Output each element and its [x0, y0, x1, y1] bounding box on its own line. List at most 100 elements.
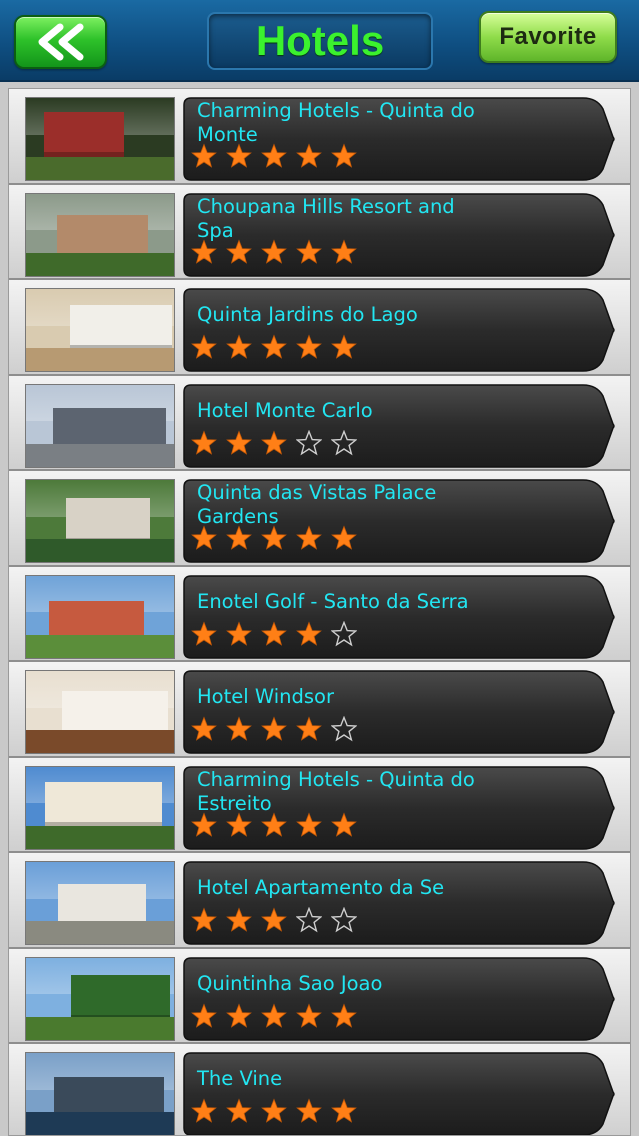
filled-star-icon	[191, 1002, 217, 1028]
filled-star-icon	[226, 334, 252, 359]
filled-star-icon	[226, 429, 252, 455]
hotel-row[interactable]: Choupana Hills Resort and Spa	[9, 184, 630, 280]
star-rating	[191, 1098, 357, 1128]
filled-star-icon	[226, 716, 252, 741]
hotel-name: Hotel Apartamento da Se	[197, 876, 445, 899]
hotel-row[interactable]: The Vine	[9, 1044, 630, 1135]
hotel-name: Charming Hotels - Quinta do Estreito	[197, 767, 475, 815]
hotel-name: The Vine	[197, 1067, 283, 1090]
filled-star-icon	[226, 238, 252, 264]
hotel-info-bubble[interactable]: Hotel Monte Carlo	[183, 383, 617, 468]
star-rating	[191, 620, 357, 651]
star-rating	[191, 525, 357, 555]
filled-star-icon	[261, 334, 287, 359]
filled-star-icon	[261, 143, 287, 168]
hotel-thumbnail	[25, 97, 175, 181]
filled-star-icon	[261, 525, 287, 550]
empty-star-icon	[331, 429, 357, 455]
filled-star-icon	[296, 143, 322, 168]
hotel-row[interactable]: Hotel Windsor	[9, 662, 630, 758]
filled-star-icon	[296, 334, 322, 359]
filled-star-icon	[261, 620, 287, 646]
hotel-row[interactable]: Hotel Monte Carlo	[9, 375, 630, 471]
filled-star-icon	[261, 907, 287, 932]
hotel-row[interactable]: Quinta das Vistas Palace Gardens	[9, 471, 630, 567]
hotel-info-bubble[interactable]: Choupana Hills Resort and Spa	[183, 192, 617, 277]
star-rating	[191, 1002, 357, 1033]
top-navigation-bar: Hotels Favorite	[0, 0, 639, 82]
empty-star-icon	[296, 429, 322, 455]
star-rating	[191, 429, 357, 460]
filled-star-icon	[191, 907, 217, 932]
filled-star-icon	[191, 525, 217, 550]
star-rating	[191, 238, 357, 269]
hotel-row[interactable]: Charming Hotels - Quinta do Estreito	[9, 757, 630, 853]
hotel-info-bubble[interactable]: Hotel Apartamento da Se	[183, 861, 617, 945]
filled-star-icon	[331, 143, 357, 168]
filled-star-icon	[191, 429, 217, 455]
filled-star-icon	[226, 1098, 252, 1123]
filled-star-icon	[226, 525, 252, 550]
hotel-thumbnail	[25, 288, 175, 372]
hotel-info-bubble[interactable]: Quinta Jardins do Lago	[183, 288, 617, 372]
filled-star-icon	[296, 1002, 322, 1028]
hotel-thumbnail	[25, 670, 175, 754]
filled-star-icon	[296, 525, 322, 550]
hotel-thumbnail	[25, 1052, 175, 1135]
hotel-info-bubble[interactable]: Charming Hotels - Quinta do Monte	[183, 97, 617, 181]
hotel-thumbnail	[25, 192, 175, 277]
hotel-thumbnail	[25, 574, 175, 659]
filled-star-icon	[296, 811, 322, 837]
hotel-list: Charming Hotels - Quinta do Monte Choupan…	[8, 88, 631, 1136]
filled-star-icon	[191, 334, 217, 359]
star-rating	[191, 143, 357, 173]
empty-star-icon	[331, 620, 357, 646]
hotel-name: Quintinha Sao Joao	[197, 971, 383, 995]
favorite-button[interactable]: Favorite	[479, 11, 617, 63]
hotel-name: Enotel Golf - Santo da Serra	[197, 589, 469, 613]
star-rating	[191, 907, 357, 937]
hotel-thumbnail	[25, 479, 175, 563]
hotel-name: Quinta Jardins do Lago	[197, 303, 418, 326]
hotel-row[interactable]: Quinta Jardins do Lago	[9, 280, 630, 376]
hotel-thumbnail	[25, 861, 175, 945]
hotel-info-bubble[interactable]: Enotel Golf - Santo da Serra	[183, 574, 617, 659]
filled-star-icon	[226, 811, 252, 837]
filled-star-icon	[296, 238, 322, 264]
filled-star-icon	[331, 1002, 357, 1028]
filled-star-icon	[296, 620, 322, 646]
hotel-thumbnail	[25, 765, 175, 850]
hotel-name: Hotel Monte Carlo	[197, 398, 373, 422]
hotel-info-bubble[interactable]: Quintinha Sao Joao	[183, 956, 617, 1041]
hotel-info-bubble[interactable]: Quinta das Vistas Palace Gardens	[183, 479, 617, 563]
hotel-row[interactable]: Quintinha Sao Joao	[9, 948, 630, 1044]
filled-star-icon	[261, 429, 287, 455]
filled-star-icon	[191, 811, 217, 837]
star-rating	[191, 716, 357, 746]
filled-star-icon	[261, 1098, 287, 1123]
hotel-row[interactable]: Charming Hotels - Quinta do Monte	[9, 89, 630, 185]
filled-star-icon	[261, 238, 287, 264]
hotel-name: Charming Hotels - Quinta do Monte	[197, 99, 475, 146]
star-rating	[191, 334, 357, 364]
page-title-box: Hotels	[207, 12, 433, 70]
back-button[interactable]	[14, 15, 107, 69]
filled-star-icon	[296, 1098, 322, 1123]
filled-star-icon	[296, 716, 322, 741]
hotel-thumbnail	[25, 383, 175, 468]
filled-star-icon	[226, 907, 252, 932]
hotel-info-bubble[interactable]: Charming Hotels - Quinta do Estreito	[183, 765, 617, 850]
filled-star-icon	[191, 620, 217, 646]
hotel-info-bubble[interactable]: Hotel Windsor	[183, 670, 617, 754]
filled-star-icon	[226, 143, 252, 168]
hotel-row[interactable]: Enotel Golf - Santo da Serra	[9, 566, 630, 662]
hotel-info-bubble[interactable]: The Vine	[183, 1052, 617, 1135]
filled-star-icon	[331, 238, 357, 264]
filled-star-icon	[331, 525, 357, 550]
filled-star-icon	[261, 811, 287, 837]
filled-star-icon	[191, 1098, 217, 1123]
filled-star-icon	[226, 620, 252, 646]
hotel-row[interactable]: Hotel Apartamento da Se	[9, 853, 630, 949]
filled-star-icon	[191, 238, 217, 264]
filled-star-icon	[331, 334, 357, 359]
